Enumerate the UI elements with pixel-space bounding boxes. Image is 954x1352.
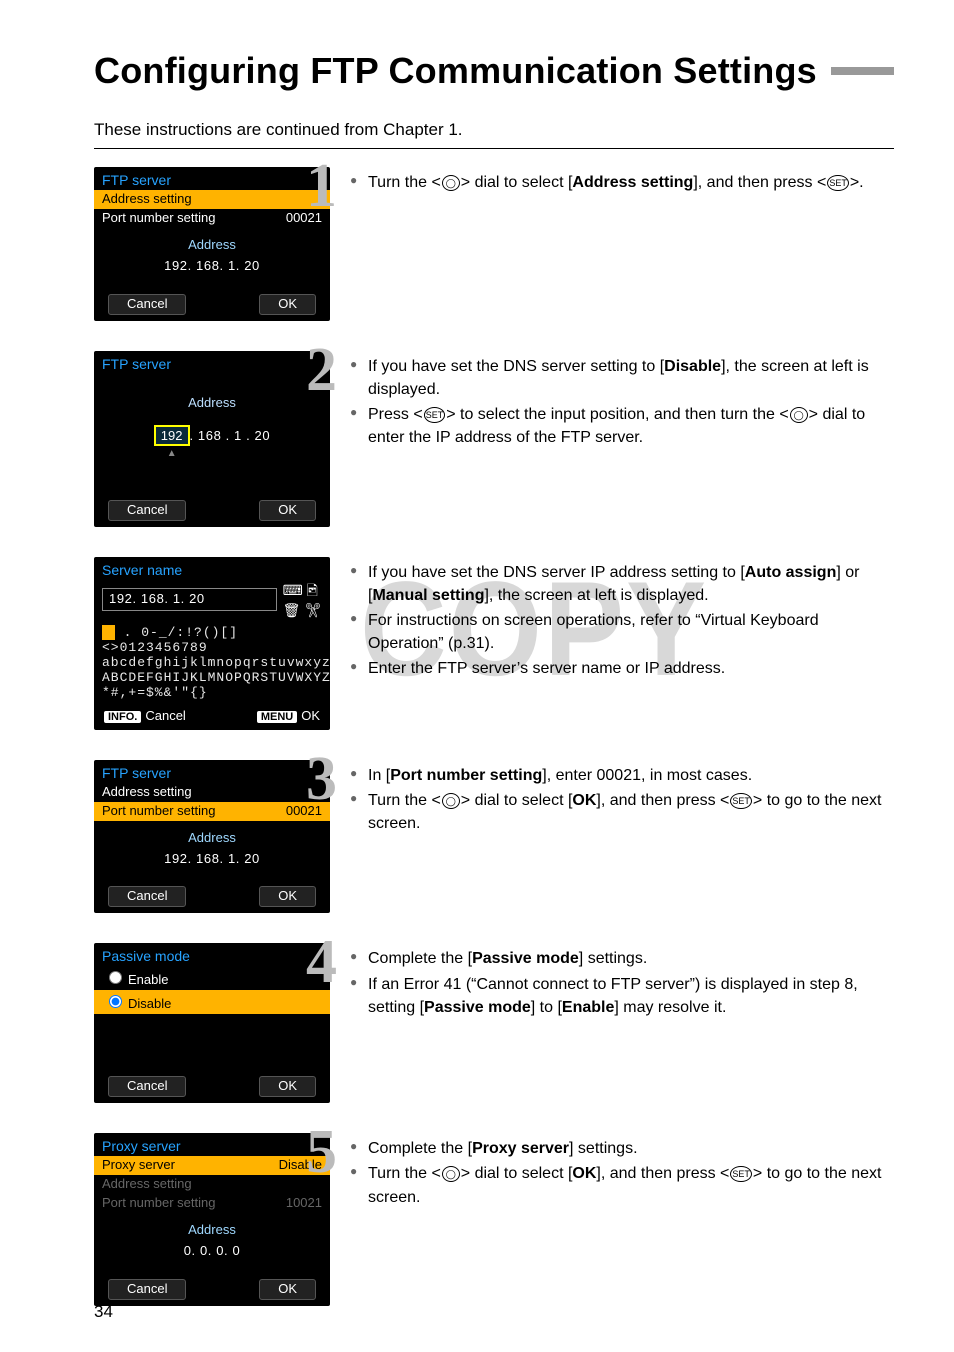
cancel-button[interactable]: Cancel [108, 1279, 186, 1300]
ok-button[interactable]: OK [259, 1076, 316, 1097]
dial-icon: ◯ [442, 175, 460, 191]
screen-ftp-address: FTP server Address setting Port number s… [94, 167, 330, 321]
row-address-setting: Address setting [94, 783, 330, 802]
dial-icon: ◯ [442, 1166, 460, 1182]
page-title: Configuring FTP Communication Settings [94, 50, 894, 92]
screen-title: FTP server [94, 760, 330, 783]
screen-virtual-keyboard: Server name 192. 168. 1. 20 ⌨ 🖻 🗑 ✂ . 0-_… [94, 557, 330, 730]
char-grid[interactable]: . 0-_/:!?()[]<>0123456789 abcdefghijklmn… [94, 620, 330, 705]
screen-title: Proxy server [94, 1133, 330, 1156]
address-value: 0. 0. 0. 0 [94, 1238, 330, 1275]
radio-enable[interactable]: Enable [94, 966, 330, 990]
ip-segment-active[interactable]: 192 [154, 425, 190, 446]
step-number-2: 2 [306, 339, 337, 401]
set-icon: SET [730, 1166, 752, 1182]
set-icon: SET [730, 793, 752, 809]
ok-button[interactable]: OK [259, 294, 316, 315]
step-4-bullets: Complete the [Passive mode] settings. If… [350, 947, 894, 1019]
row-proxy-server: Proxy serverDisable [94, 1156, 330, 1175]
row-address-setting: Address setting [94, 190, 330, 209]
dial-icon: ◯ [790, 407, 808, 423]
ok-button[interactable]: OK [259, 500, 316, 521]
step-number-5: 5 [306, 1121, 337, 1183]
address-label: Address [94, 228, 330, 253]
set-icon: SET [827, 175, 849, 191]
step-5-bullets: Complete the [Proxy server] settings. Tu… [350, 1137, 894, 1209]
ok-button[interactable]: OK [259, 886, 316, 907]
address-label: Address [94, 1213, 330, 1238]
address-label: Address [94, 386, 330, 411]
screen-title: FTP server [94, 167, 330, 190]
step-3-bullets: In [Port number setting], enter 00021, i… [350, 764, 894, 836]
row-port-number: Port number setting00021 [94, 209, 330, 228]
row-port-number: Port number setting10021 [94, 1194, 330, 1213]
dial-icon: ◯ [442, 793, 460, 809]
menu-ok[interactable]: MENUOK [257, 709, 320, 724]
address-value: 192. 168. 1. 20 [94, 846, 330, 883]
intro-text: These instructions are continued from Ch… [94, 120, 894, 140]
row-address-setting: Address setting [94, 1175, 330, 1194]
step-number-1: 1 [306, 155, 337, 217]
step-2b-bullets: If you have set the DNS server IP addres… [350, 561, 894, 681]
step-1-bullets: Turn the <◯> dial to select [Address set… [350, 171, 894, 194]
screen-ftp-port: FTP server Address setting Port number s… [94, 760, 330, 914]
step-number-4: 4 [306, 931, 337, 993]
screen-title: FTP server [94, 351, 330, 374]
address-value: 192. 168. 1. 20 [94, 253, 330, 290]
cancel-button[interactable]: Cancel [108, 294, 186, 315]
row-port-number: Port number setting00021 [94, 802, 330, 821]
title-rule [831, 67, 894, 75]
cancel-button[interactable]: Cancel [108, 500, 186, 521]
info-cancel[interactable]: INFO.Cancel [104, 709, 186, 724]
screen-title: Server name [94, 557, 330, 580]
screen-title: Passive mode [94, 943, 330, 966]
step-number-3: 3 [306, 748, 337, 810]
set-icon: SET [424, 407, 446, 423]
separator [94, 148, 894, 149]
delete-icon: 🗑 ✂ [283, 602, 322, 618]
address-label: Address [94, 821, 330, 846]
keyboard-mode-icon: ⌨ 🖻 [283, 582, 322, 598]
screen-proxy-server: Proxy server Proxy serverDisable Address… [94, 1133, 330, 1306]
keyboard-value[interactable]: 192. 168. 1. 20 [102, 588, 277, 611]
ok-button[interactable]: OK [259, 1279, 316, 1300]
radio-disable[interactable]: Disable [94, 990, 330, 1014]
cancel-button[interactable]: Cancel [108, 886, 186, 907]
screen-passive-mode: Passive mode Enable Disable Cancel OK [94, 943, 330, 1103]
screen-ip-entry: FTP server Address 192. 168 . 1 . 20 Can… [94, 351, 330, 527]
cancel-button[interactable]: Cancel [108, 1076, 186, 1097]
ip-rest: . 168 . 1 . 20 [190, 428, 271, 443]
step-2-bullets: If you have set the DNS server setting t… [350, 355, 894, 450]
